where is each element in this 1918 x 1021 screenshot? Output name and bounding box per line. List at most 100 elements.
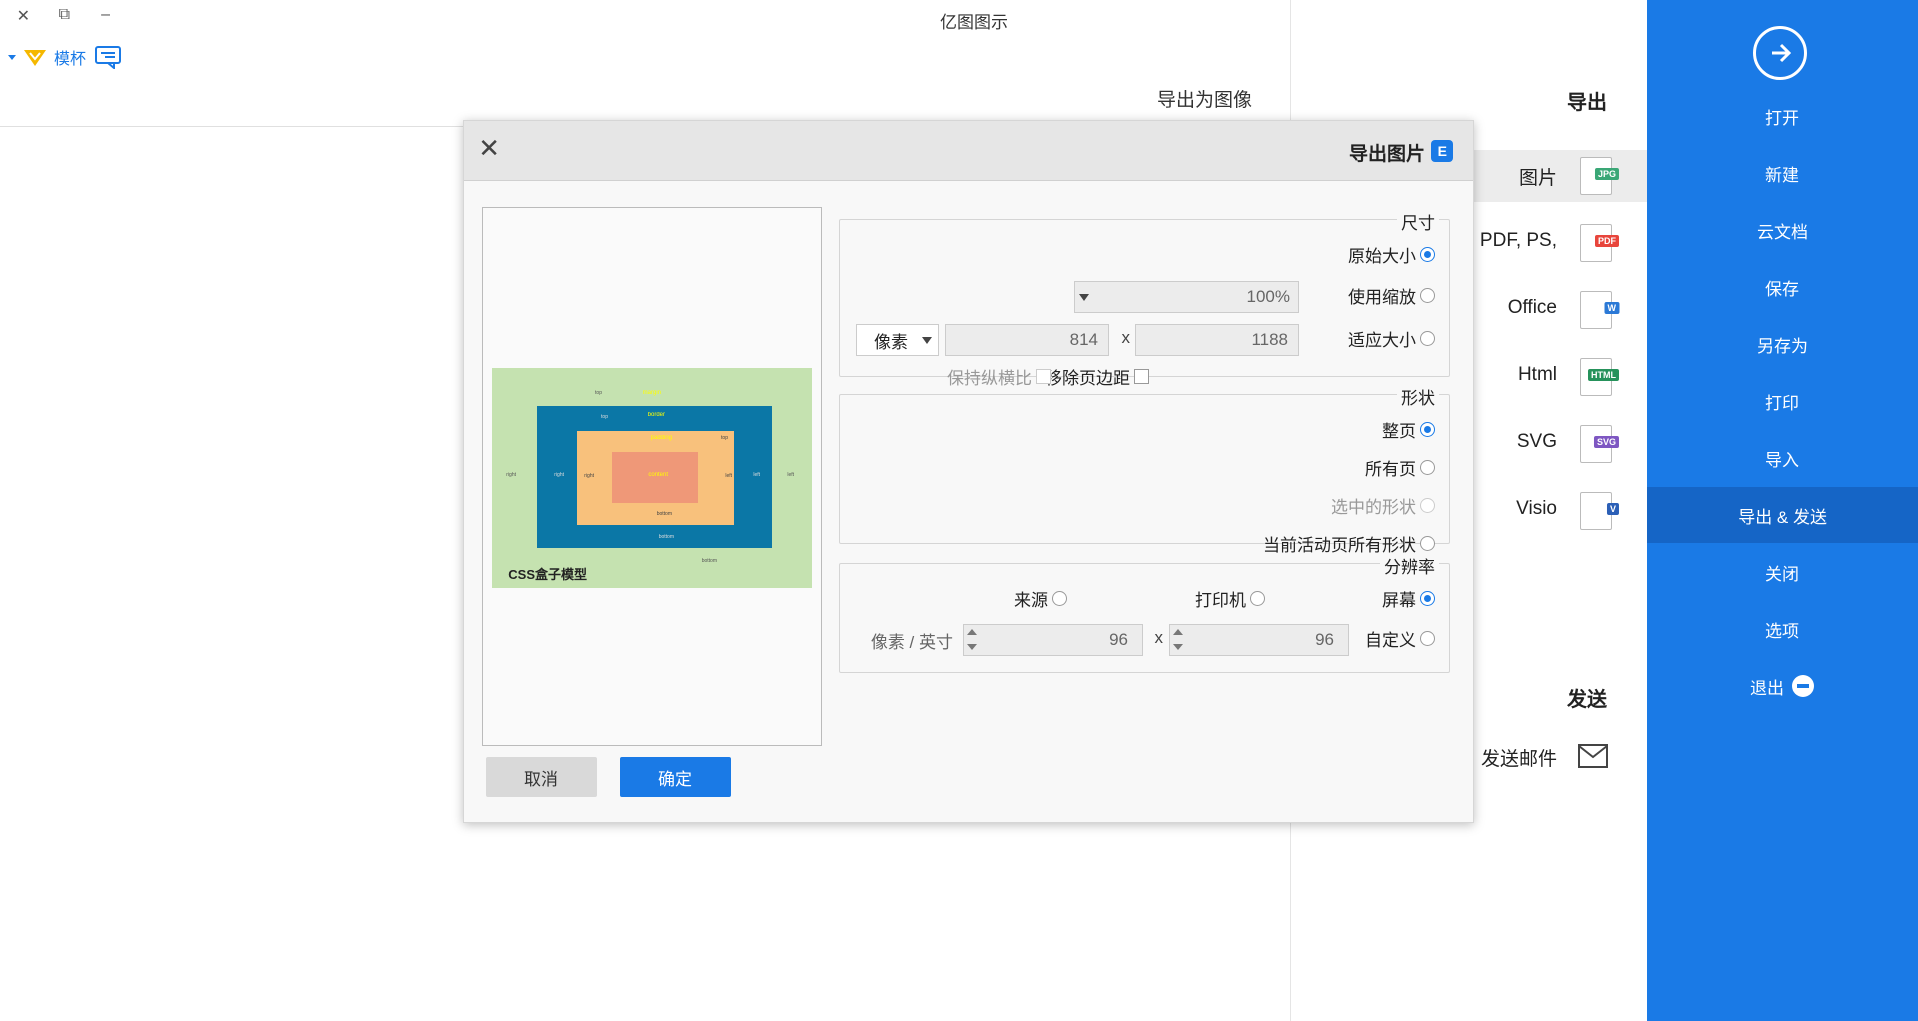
svg-file-icon: SVG [1580, 425, 1619, 463]
keep-ratio-checkbox[interactable]: 保持纵横比 [947, 364, 1051, 389]
back-button[interactable] [1753, 26, 1807, 80]
preview-border-box: content padding top bottom left right bo… [537, 406, 772, 548]
sidebar-item-options[interactable]: 选项 [1647, 601, 1918, 657]
size-x-label: x [1121, 328, 1131, 347]
size-group: 尺寸 原始大小 使用缩放 100% 适应大小 1188 x 814 像素 移除页… [839, 209, 1450, 388]
sidebar-item-print[interactable]: 打印 [1647, 373, 1918, 429]
stepper-icon[interactable] [1172, 624, 1184, 656]
html-file-icon: HTML [1580, 358, 1619, 396]
dpi-unit-label: 像素 / 英寸 [870, 633, 953, 652]
format-label: 图片 [1518, 168, 1557, 189]
sidebar-item-cloud[interactable]: 云文档 [1647, 202, 1918, 258]
vip-crown-icon [23, 50, 46, 66]
sidebar-item-close[interactable]: 关闭 [1647, 544, 1918, 600]
preview-image: content padding top bottom left right bo… [492, 368, 812, 588]
export-heading: 导出 [1567, 92, 1607, 114]
chevron-down-icon [922, 337, 932, 344]
cancel-button[interactable]: 取消 [486, 757, 597, 797]
dpi-x-input[interactable]: 96 [1169, 624, 1349, 656]
label-right: right [554, 472, 564, 478]
sidebar-item-open[interactable]: 打开 [1647, 88, 1918, 144]
format-label: PDF, PS, [1479, 230, 1557, 251]
radio-fit-size[interactable]: 适应大小 [1348, 326, 1435, 351]
radio-whole-page[interactable]: 整页 [1382, 417, 1435, 442]
close-icon[interactable]: ✕ [478, 133, 500, 163]
close-icon[interactable]: ✕ [17, 6, 30, 26]
chevron-down-icon[interactable] [7, 54, 16, 60]
radio-custom[interactable]: 自定义 [1365, 626, 1435, 651]
resolution-group: 分辨率 屏幕 打印机 来源 自定义 96 x 96 像素 / 英寸 [839, 553, 1450, 673]
format-label: Visio [1516, 498, 1557, 519]
preview-content-box: content [612, 452, 698, 503]
format-label: Office [1507, 297, 1557, 318]
sidebar-item-import[interactable]: 导入 [1647, 430, 1918, 486]
restore-icon[interactable]: ⧉ [59, 6, 70, 24]
vip-label[interactable]: 模杯 [54, 45, 86, 69]
label-left: left [753, 472, 760, 478]
radio-printer[interactable]: 打印机 [1195, 586, 1265, 611]
label-left: left [787, 472, 794, 478]
radio-use-zoom[interactable]: 使用缩放 [1348, 283, 1435, 308]
stepper-icon[interactable] [966, 624, 978, 656]
dialog-header: E 导出图片 ✕ [464, 121, 1473, 181]
minus-circle-icon [1792, 675, 1815, 697]
label-top: top [595, 390, 602, 396]
label-padding: padding [650, 435, 672, 441]
app-logo-icon: E [1431, 140, 1453, 162]
preview-padding-box: content padding top bottom left right [577, 431, 734, 525]
dpi-y-input[interactable]: 96 [963, 624, 1143, 656]
pdf-file-icon: PDF [1580, 224, 1619, 262]
unit-select[interactable]: 像素 [856, 324, 939, 356]
preview-pane: content padding top bottom left right bo… [482, 207, 822, 746]
label-right: right [506, 472, 516, 478]
radio-selected-shapes[interactable]: 选中的形状 [1331, 493, 1435, 518]
label-top: top [601, 414, 608, 420]
export-image-dialog: E 导出图片 ✕ 尺寸 原始大小 使用缩放 100% 适应大小 1188 x 8… [463, 120, 1474, 823]
feedback-icon[interactable] [92, 45, 122, 69]
sidebar-item-export-send[interactable]: 导出 & 发送 [1647, 487, 1918, 543]
height-input[interactable]: 814 [945, 324, 1109, 356]
label-bottom: bottom [656, 511, 672, 517]
visio-file-icon: V [1580, 492, 1619, 530]
width-input[interactable]: 1188 [1135, 324, 1299, 356]
send-heading: 发送 [1567, 689, 1607, 711]
radio-source[interactable]: 来源 [1014, 586, 1067, 611]
radio-screen[interactable]: 屏幕 [1382, 586, 1435, 611]
page-heading: 导出为图像 [1156, 90, 1252, 111]
sidebar-item-new[interactable]: 新建 [1647, 145, 1918, 201]
ok-button[interactable]: 确定 [620, 757, 731, 797]
shape-group: 形状 整页 所有页 选中的形状 当前活动页所有形状 [839, 384, 1450, 555]
dpi-x-label: x [1154, 628, 1164, 647]
vip-area[interactable]: 模杯 [7, 45, 122, 69]
radio-original-size[interactable]: 原始大小 [1348, 242, 1435, 267]
label-margin: margin [642, 390, 661, 396]
resolution-group-title: 分辨率 [1380, 553, 1439, 578]
shape-group-title: 形状 [1397, 384, 1439, 409]
jpg-file-icon: JPG [1580, 157, 1619, 195]
send-email-label: 发送邮件 [1480, 749, 1557, 770]
dialog-title: 导出图片 [1348, 144, 1425, 165]
label-left: left [725, 473, 732, 479]
chevron-down-icon [1079, 294, 1089, 301]
label-bottom: bottom [658, 534, 674, 540]
sidebar-item-save-as[interactable]: 另存为 [1647, 316, 1918, 372]
label-right: right [584, 473, 594, 479]
zoom-select[interactable]: 100% [1074, 281, 1299, 313]
mail-icon [1578, 744, 1608, 768]
sidebar-item-save[interactable]: 保存 [1647, 259, 1918, 315]
label-bottom: bottom [701, 558, 717, 564]
label-top: top [721, 435, 728, 441]
arrow-left-icon [1772, 43, 1792, 63]
size-group-title: 尺寸 [1397, 209, 1439, 234]
preview-caption: CSS盒子模型 [508, 567, 587, 582]
minimize-icon[interactable]: – [101, 6, 110, 24]
label-border: border [647, 412, 665, 418]
sidebar-item-exit[interactable]: 退出 [1647, 658, 1918, 714]
sidebar: 打开 新建 云文档 保存 另存为 打印 导入 导出 & 发送 关闭 选项 退出 [1647, 0, 1918, 1021]
word-file-icon: W [1580, 291, 1619, 329]
format-label: SVG [1516, 431, 1557, 452]
app-title: 亿图图示 [940, 13, 1008, 32]
radio-all-pages[interactable]: 所有页 [1365, 455, 1435, 480]
remove-margin-checkbox[interactable]: 移除页边距 [1045, 364, 1149, 389]
label-content: content [648, 472, 668, 478]
